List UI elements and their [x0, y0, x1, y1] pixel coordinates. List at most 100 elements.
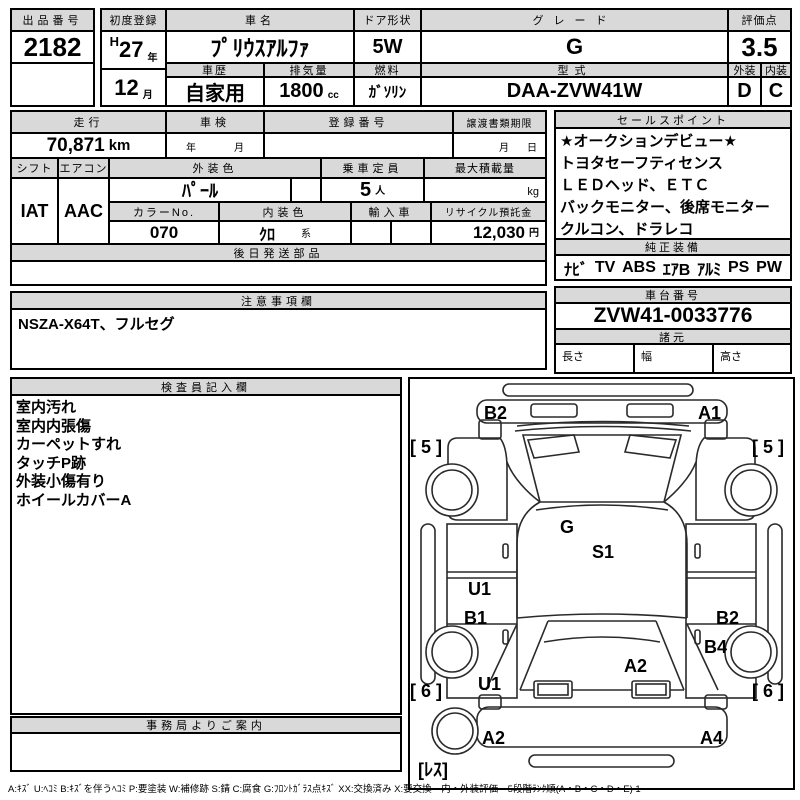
recycle-number: 12,030 [473, 222, 525, 242]
inspector-notes-list: 室内汚れ 室内内張傷 カーペットすれ タッチP跡 外装小傷有り ホイールカバーA [10, 394, 402, 715]
equipment-item: ｱﾙﾐ [697, 261, 722, 279]
first-registration-header: 初度登録 [100, 8, 167, 32]
sales-point-line: ★オークションデビュー★ [560, 133, 737, 150]
width-cell: 幅 [633, 343, 714, 374]
inspector-note-line: 室内内張傷 [16, 417, 92, 435]
fuel-value: ｶﾞｿﾘﾝ [353, 76, 422, 107]
equipment-item: ABS [622, 258, 656, 276]
reg-year-value: 27 [118, 37, 144, 62]
first-registration-month: 12 月 [100, 68, 167, 107]
interior-color-suffix: 系 [301, 229, 311, 240]
month-unit-label: 月 [142, 90, 153, 101]
interior-color-value: ｸﾛ 系 [218, 220, 352, 245]
reg-month-value: 12 [114, 74, 139, 100]
year-unit-label: 年 [147, 53, 158, 64]
mileage-value: 70,871 km [10, 132, 167, 159]
max-load-header: 最大積載量 [423, 157, 547, 179]
chassis-no-value: ZVW41-0033776 [554, 302, 792, 330]
damage-code-label: [ 5 ] [752, 437, 785, 457]
shaken-month-unit: 月 [234, 143, 244, 154]
transfer-deadline-value: 月 日 [452, 132, 547, 159]
damage-code-label: S1 [592, 542, 615, 562]
registration-no-header: 登録番号 [263, 110, 454, 134]
capacity-header: 乗車定員 [320, 157, 425, 179]
max-load-value: kg [423, 177, 547, 203]
imported-cell-a [350, 220, 392, 245]
inspector-note-line: ホイールカバーA [16, 491, 132, 509]
car-damage-diagram: B2 A1 [ 5 ] [ 5 ] G S1 U1 B1 B2 B4 A2 U1 [ 6 ] [ 6 ] A… [408, 377, 795, 790]
exterior-color-sub-cell [290, 177, 322, 203]
sales-point-line: ＬＥＤヘッド、ＥＴＣ [560, 177, 710, 194]
sales-point-line: バックモニター、後席モニター [560, 199, 770, 216]
damage-code-label: B4 [704, 637, 728, 657]
damage-code-label: [ 6 ] [410, 681, 443, 701]
auction-no-empty-cell [10, 62, 95, 107]
mileage-number: 70,871 [46, 134, 105, 156]
height-cell: 高さ [712, 343, 792, 374]
inspector-note-line: 室内汚れ [16, 399, 77, 416]
mileage-unit: km [108, 137, 131, 154]
model-code-value: DAA-ZVW41W [420, 76, 729, 107]
length-cell: 長さ [554, 343, 635, 374]
car-name-header: 車名 [165, 8, 355, 32]
equipment-item: ﾅﾋﾞ [564, 261, 589, 279]
score-header: 評価点 [727, 8, 792, 32]
damage-code-label: B2 [716, 608, 740, 628]
damage-code-label: A4 [700, 728, 724, 748]
auction-no-value: 2182 [10, 30, 95, 64]
displacement-number: 1800 [279, 80, 324, 102]
door-shape-header: ドア形状 [353, 8, 422, 32]
exterior-grade-value: D [727, 76, 762, 107]
inspector-note-line: タッチP跡 [16, 454, 87, 472]
damage-code-label: [ 5 ] [410, 437, 443, 457]
aircon-value: AAC [57, 177, 110, 245]
shift-header: シフト [10, 157, 59, 179]
sales-point-line: トヨタセーフティセンス [560, 155, 723, 172]
damage-code-label: U1 [468, 579, 492, 599]
recycle-unit: 円 [529, 228, 539, 239]
damage-code-label: B1 [464, 608, 488, 628]
grade-header: グレード [420, 8, 729, 32]
auction-no-header: 出品番号 [10, 8, 95, 32]
imported-cell-b [390, 220, 432, 245]
sales-points-list: ★オークションデビュー★ トヨタセーフティセンス ＬＥＤヘッド、ＥＴＣ バックモニター… [554, 127, 792, 240]
imported-header: 輸入車 [350, 201, 432, 222]
door-shape-value: 5W [353, 30, 422, 64]
notes-value: NSZA-X64T、フルセグ [10, 308, 547, 370]
exterior-color-value: ﾊﾟｰﾙ [108, 177, 292, 203]
legend-text: A:ｷｽﾞ U:ﾍｺﾐ B:ｷｽﾞを伴うﾍｺﾐ P:要塗装 W:補修跡 S:錆 … [8, 784, 641, 795]
interior-grade-value: C [760, 76, 792, 107]
damage-code-label: G [560, 517, 575, 537]
damage-code-label: A2 [482, 728, 506, 748]
shift-value: IAT [10, 177, 59, 245]
damage-code-label: B2 [484, 403, 508, 423]
capacity-value: 5 人 [320, 177, 425, 203]
equipment-list: ﾅﾋﾞ TV ABS ｴｱB ｱﾙﾐ PS PW [554, 254, 792, 281]
later-parts-value [10, 260, 547, 286]
inspector-note-line: カーペットすれ [16, 436, 122, 453]
interior-color-text: ｸﾛ [258, 226, 275, 244]
damage-code-label: [ﾚｽ] [418, 760, 448, 780]
history-value: 自家用 [165, 76, 265, 107]
office-notice-value [10, 732, 402, 772]
capacity-unit: 人 [375, 186, 386, 197]
diagram-label-layer: B2 A1 [ 5 ] [ 5 ] G S1 U1 B1 B2 B4 A2 U1 [ 6 ] [ 6 ] A… [410, 379, 793, 788]
damage-code-label: A1 [698, 403, 722, 423]
damage-code-label: [ 6 ] [752, 681, 785, 701]
recycle-deposit-header: リサイクル預託金 [430, 201, 547, 222]
registration-no-value [263, 132, 454, 159]
first-registration-year: H 27 年 [100, 30, 167, 70]
shaken-value: 年 月 [165, 132, 265, 159]
car-name-value: ﾌﾟﾘｳｽｱﾙﾌｧ [165, 30, 355, 64]
shaken-header: 車検 [165, 110, 265, 134]
max-load-unit: kg [527, 186, 539, 198]
mileage-header: 走行 [10, 110, 167, 134]
aircon-header: エアコン [57, 157, 110, 179]
damage-code-label: U1 [478, 674, 502, 694]
transfer-month-unit: 月 [499, 143, 509, 154]
interior-color-header: 内装色 [218, 201, 352, 222]
damage-code-label: A2 [624, 656, 648, 676]
color-no-value: 070 [108, 220, 220, 245]
displacement-unit: cc [327, 90, 339, 101]
grade-value: G [420, 30, 729, 64]
